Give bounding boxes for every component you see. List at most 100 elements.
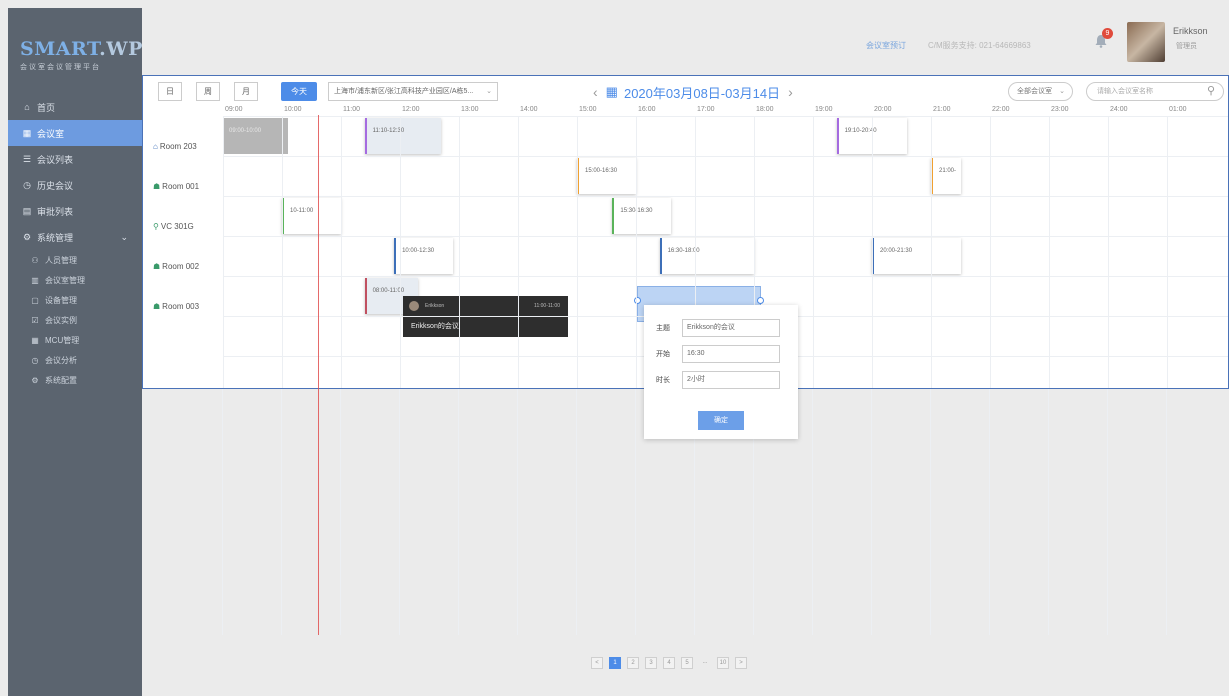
sidebar-subitem[interactable]: ◷ 会议分析 [8,350,142,370]
date-range[interactable]: 2020年03月08日-03月14日 [624,83,780,102]
sidebar-subitem-label: MCU管理 [45,335,80,345]
room-label[interactable]: ⚲ VC 301G [153,222,194,231]
start-input[interactable]: 16:30 [682,345,780,363]
location-select-value: 上海市/浦东新区/张江高科技产业园区/A栋5... [334,88,474,95]
view-day-button[interactable]: 日 [158,82,182,101]
logo-main: SMART.WP [20,38,142,60]
config-icon: ⚙ [31,375,39,385]
hour-gridline [399,389,400,635]
tooltip-name: Erikkson [425,303,445,309]
hour-label: 17:00 [697,106,715,113]
hour-label: 09:00 [225,106,243,113]
notification-badge: 9 [1102,28,1113,39]
sidebar-item[interactable]: ▤ 审批列表 [8,198,142,224]
sidebar-item-label: 系统管理 [37,232,74,243]
sidebar-item[interactable]: ⌂ 首页 [8,94,142,120]
meeting-event[interactable]: 21:00- [931,158,961,194]
meeting-event[interactable]: 10:00-12:30 [394,238,454,274]
history-icon: ◷ [23,179,31,190]
hour-label: 14:00 [520,106,538,113]
list-icon: ☰ [22,153,32,164]
settings-icon: ⚙ [22,231,32,242]
view-week-button[interactable]: 周 [196,82,220,101]
sidebar-subitem[interactable]: ▦ MCU管理 [8,330,142,350]
duration-input[interactable]: 2小时 [682,371,780,389]
meeting-event[interactable]: 16:30-18:00 [659,238,754,274]
room-label[interactable]: ☗ Room 003 [153,302,199,311]
meeting-event[interactable]: 20:00-21:30 [872,238,961,274]
sidebar-item[interactable]: ◷ 历史会议 [8,172,142,198]
room-name: Room 002 [162,262,200,271]
hour-label: 20:00 [874,106,892,113]
subject-label: 主题 [656,325,670,332]
room-label[interactable]: ⌂ Room 203 [153,142,197,151]
start-label: 开始 [656,351,670,358]
meeting-event[interactable]: 11:10-12:30 [364,118,442,154]
booking-link[interactable]: 会议室预订 [866,40,906,51]
next-week-icon[interactable]: › [788,84,793,100]
sidebar-subitem[interactable]: ⚙ 系统配置 [8,370,142,390]
room-filter-value: 全部会议室 [1017,88,1052,95]
sidebar-subitem[interactable]: ☑ 会议实例 [8,310,142,330]
room-search-input[interactable]: 请输入会议室名称 ⚲ [1086,82,1224,101]
today-button[interactable]: 今天 [281,82,317,101]
sidebar-subitem-label: 会议室管理 [45,275,85,285]
meeting-event[interactable]: 10-11:00 [282,198,341,234]
hour-label: 01:00 [1169,106,1187,113]
hour-gridline [812,389,813,635]
sidebar-subitem[interactable]: ▥ 会议室管理 [8,270,142,290]
prev-page-icon[interactable]: < [591,657,603,669]
duration-row: 时长 2小时 [656,371,780,389]
hour-label: 16:00 [638,106,656,113]
location-select[interactable]: 上海市/浦东新区/张江高科技产业园区/A栋5... ⌄ [328,82,498,101]
duration-label: 时长 [656,377,670,384]
logo-accent: .WP [99,38,143,60]
chevron-down-icon: ⌄ [1059,88,1065,95]
page-button[interactable]: 5 [681,657,693,669]
view-month-button[interactable]: 月 [234,82,258,101]
sidebar-subitem-label: 会议实例 [45,315,77,325]
sidebar-subitem[interactable]: ⚇ 人员管理 [8,250,142,270]
page-button[interactable]: 1 [609,657,621,669]
page-button[interactable]: 2 [627,657,639,669]
page-button[interactable]: 3 [645,657,657,669]
hour-label: 22:00 [992,106,1010,113]
user-name[interactable]: Erikkson [1173,26,1208,36]
confirm-button[interactable]: 确定 [698,411,744,430]
room-label[interactable]: ☗ Room 002 [153,262,199,271]
subject-input[interactable]: Erikkson的会议 [682,319,780,337]
subject-row: 主题 Erikkson的会议 [656,319,780,337]
sidebar-item[interactable]: ⚙ 系统管理 ⌄ [8,224,142,250]
meeting-event[interactable]: 09:00-10:00 [223,118,288,154]
people-icon: ⚇ [31,255,39,265]
calendar-icon[interactable]: ▦ [606,84,618,100]
search-icon[interactable]: ⚲ [1207,83,1215,100]
next-page-icon[interactable]: > [735,657,747,669]
avatar[interactable] [1127,22,1165,62]
tooltip-title: Erikkson的会议 [411,323,459,330]
chevron-down-icon[interactable]: ⌄ [120,232,128,243]
page-button[interactable]: 10 [717,657,729,669]
hour-label: 12:00 [402,106,420,113]
hour-label: 19:00 [815,106,833,113]
prev-week-icon[interactable]: ‹ [593,84,598,100]
hour-gridline [930,389,931,635]
meeting-event[interactable]: 15:30-16:30 [612,198,672,234]
home-icon: ⌂ [153,142,158,151]
room-icon: ☗ [153,302,161,311]
start-row: 开始 16:30 [656,345,780,363]
logo: SMART.WP 会议室会议管理平台 [8,8,142,98]
meeting-event[interactable]: 15:00-16:30 [577,158,636,194]
booking-popup: 主题 Erikkson的会议 开始 16:30 时长 2小时 确定 [644,305,798,439]
selection-end-handle[interactable] [757,297,764,304]
calendar-icon: ▦ [22,127,32,138]
room-name: Room 203 [159,142,197,151]
room-label[interactable]: ☗ Room 001 [153,182,199,191]
chevron-down-icon: ⌄ [486,88,492,95]
sidebar-item[interactable]: ▦ 会议室 [8,120,142,146]
room-name: VC 301G [160,222,194,231]
room-filter-select[interactable]: 全部会议室 ⌄ [1008,82,1073,101]
page-button[interactable]: 4 [663,657,675,669]
sidebar-item[interactable]: ☰ 会议列表 [8,146,142,172]
sidebar-subitem[interactable]: ▢ 设备管理 [8,290,142,310]
